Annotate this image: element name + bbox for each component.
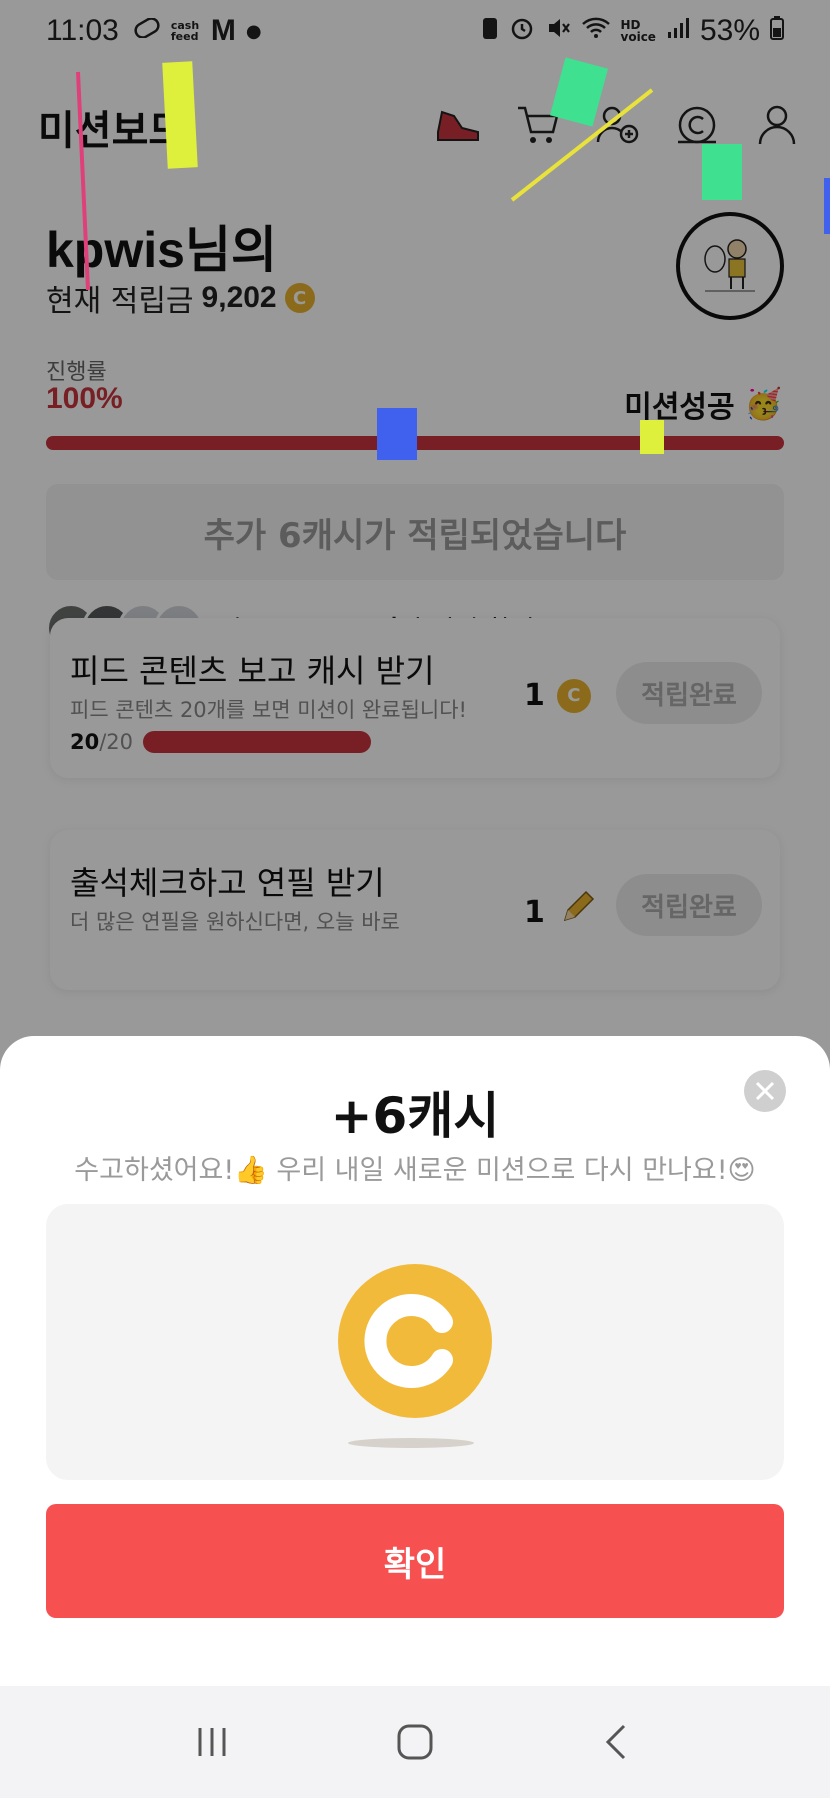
home-icon (397, 1724, 433, 1760)
coin-shadow (348, 1438, 474, 1448)
home-button[interactable] (385, 1712, 445, 1772)
cash-coin-icon (338, 1264, 492, 1418)
recent-apps-button[interactable] (182, 1712, 242, 1772)
sheet-message: 수고하셨어요!👍 우리 내일 새로운 미션으로 다시 만나요!😍 (74, 1155, 756, 1186)
reward-bottom-sheet: +6캐시 수고하셨어요!👍 우리 내일 새로운 미션으로 다시 만나요!😍 확인 (0, 1036, 830, 1686)
recent-apps-icon (198, 1728, 226, 1756)
close-icon (755, 1081, 775, 1101)
sheet-title: +6캐시 (330, 1087, 500, 1145)
system-nav-bar (0, 1686, 830, 1798)
annotation-doodles (76, 57, 830, 460)
confirm-button[interactable]: 확인 (46, 1504, 784, 1618)
coin-illustration-box (46, 1204, 784, 1480)
app-screen: 11:03 cash feed M ● HD voice 53% 미션보드 kp… (0, 0, 830, 1798)
back-icon (606, 1724, 626, 1760)
close-button[interactable] (744, 1070, 786, 1112)
back-button[interactable] (588, 1712, 648, 1772)
